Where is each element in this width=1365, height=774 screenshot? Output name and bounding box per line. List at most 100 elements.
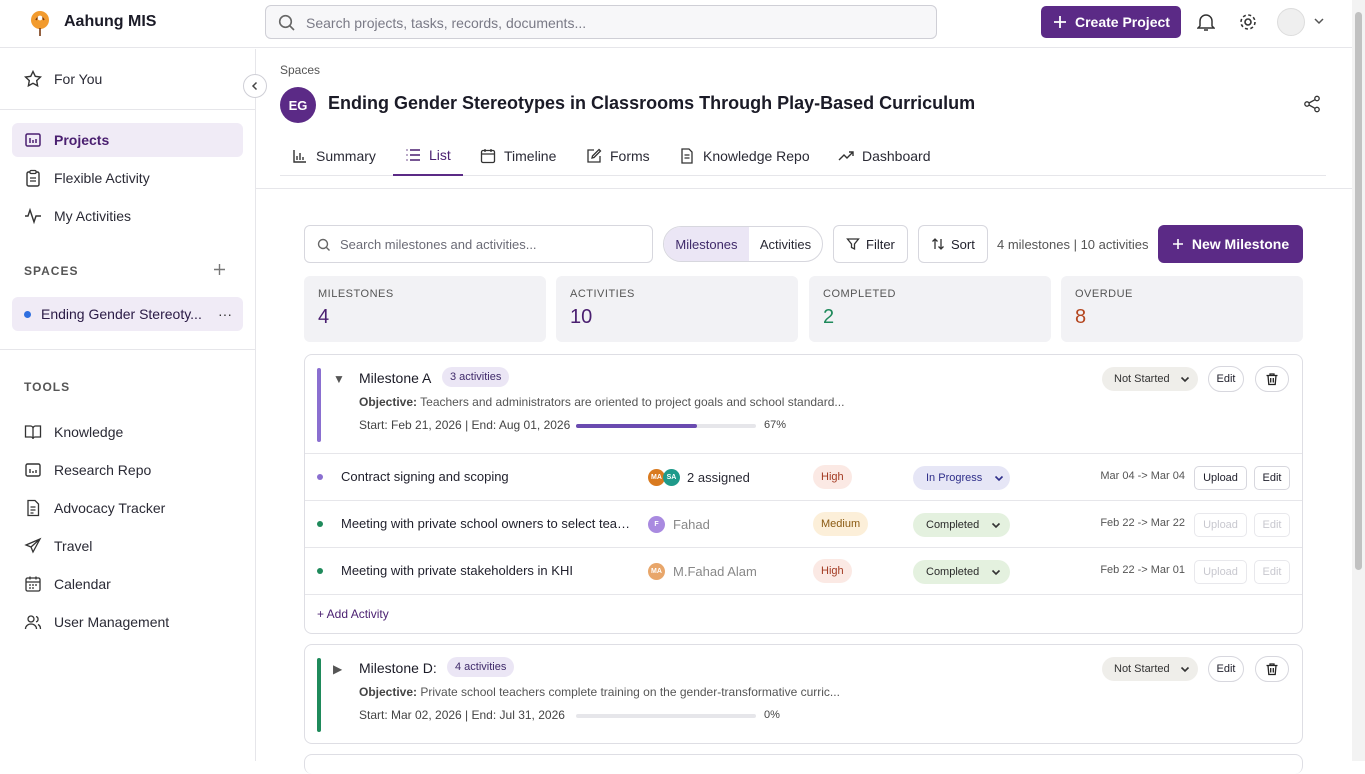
activity-dates: Mar 04 -> Mar 04 bbox=[1100, 470, 1185, 482]
create-project-button[interactable]: Create Project bbox=[1041, 6, 1181, 38]
activity-row[interactable]: Contract signing and scoping MA SA 2 ass… bbox=[305, 453, 1302, 500]
activity-name: Meeting with private stakeholders in KHI bbox=[341, 563, 573, 578]
chevron-left-icon bbox=[251, 81, 258, 91]
divider bbox=[0, 109, 255, 110]
sort-button[interactable]: Sort bbox=[918, 225, 988, 263]
gear-icon[interactable] bbox=[1238, 12, 1258, 32]
upload-button[interactable]: Upload bbox=[1194, 466, 1247, 490]
sidebar-item-travel[interactable]: Travel bbox=[12, 529, 243, 563]
stat-card-milestones: MILESTONES 4 bbox=[304, 276, 546, 342]
sidebar-item-research-repo[interactable]: Research Repo bbox=[12, 453, 243, 487]
users-icon bbox=[24, 615, 42, 630]
activity-dot bbox=[317, 521, 323, 527]
sort-label: Sort bbox=[951, 236, 975, 252]
document-icon bbox=[681, 147, 693, 164]
milestone-status-select[interactable]: Not Started bbox=[1102, 657, 1198, 681]
search-icon bbox=[278, 14, 295, 31]
tab-summary[interactable]: Summary bbox=[292, 135, 376, 176]
trash-icon bbox=[1266, 663, 1278, 676]
sidebar-label: Projects bbox=[54, 132, 110, 148]
bell-icon[interactable] bbox=[1197, 12, 1215, 32]
milestone-progress-bar bbox=[576, 714, 756, 718]
book-icon bbox=[24, 425, 42, 440]
activity-row[interactable]: Meeting with private stakeholders in KHI… bbox=[305, 547, 1302, 594]
page-scrollbar[interactable] bbox=[1352, 0, 1365, 761]
plus-icon bbox=[1172, 239, 1183, 249]
tab-timeline[interactable]: Timeline bbox=[480, 135, 556, 176]
edit-activity-button[interactable]: Edit bbox=[1254, 466, 1290, 490]
main-content: Spaces EG Ending Gender Stereotypes in C… bbox=[256, 49, 1352, 774]
scrollbar-thumb[interactable] bbox=[1355, 12, 1362, 570]
activity-status-select[interactable]: In Progress bbox=[913, 466, 1010, 490]
space-item-label: Ending Gender Stereoty... bbox=[41, 306, 202, 322]
sidebar-item-my-activities[interactable]: My Activities bbox=[12, 199, 243, 233]
sidebar-item-user-management[interactable]: User Management bbox=[12, 605, 243, 639]
milestone-card-partial bbox=[304, 754, 1303, 774]
stat-card-overdue: OVERDUE 8 bbox=[1061, 276, 1303, 342]
activity-row[interactable]: Meeting with private school owners to se… bbox=[305, 500, 1302, 547]
activity-status-select[interactable]: Completed bbox=[913, 513, 1010, 537]
chevron-down-icon[interactable] bbox=[1313, 15, 1325, 27]
sidebar-item-advocacy-tracker[interactable]: Advocacy Tracker bbox=[12, 491, 243, 525]
tools-header: TOOLS bbox=[24, 380, 71, 394]
view-toggle: Milestones Activities bbox=[663, 226, 823, 262]
stat-label: MILESTONES bbox=[318, 288, 394, 300]
add-activity-row: + Add Activity bbox=[305, 594, 1302, 633]
activity-dates: Feb 22 -> Mar 22 bbox=[1100, 517, 1185, 529]
tab-label: Knowledge Repo bbox=[703, 147, 810, 164]
projects-icon bbox=[25, 133, 41, 147]
tab-list[interactable]: List bbox=[393, 135, 463, 176]
objective-text: Private school teachers complete trainin… bbox=[420, 685, 840, 699]
collapse-sidebar-button[interactable] bbox=[243, 74, 267, 98]
activity-count-badge: 4 activities bbox=[447, 657, 515, 677]
filter-label: Filter bbox=[866, 236, 895, 252]
priority-badge: High bbox=[813, 465, 852, 489]
trending-up-icon bbox=[838, 150, 854, 160]
sidebar-item-calendar[interactable]: Calendar bbox=[12, 567, 243, 601]
new-milestone-button[interactable]: New Milestone bbox=[1158, 225, 1303, 263]
delete-milestone-button[interactable] bbox=[1255, 656, 1289, 682]
sidebar-label: My Activities bbox=[54, 208, 132, 224]
add-space-icon[interactable] bbox=[213, 263, 226, 276]
activity-icon bbox=[25, 207, 41, 225]
activity-dot bbox=[317, 568, 323, 574]
sidebar-item-knowledge[interactable]: Knowledge bbox=[12, 415, 243, 449]
stat-value: 10 bbox=[570, 306, 593, 328]
app-name[interactable]: Aahung MIS bbox=[64, 13, 156, 31]
tab-forms[interactable]: Forms bbox=[586, 135, 650, 176]
space-item-ending-gender[interactable]: Ending Gender Stereoty... ··· bbox=[12, 297, 243, 331]
toggle-activities[interactable]: Activities bbox=[749, 227, 822, 261]
tab-knowledge-repo[interactable]: Knowledge Repo bbox=[679, 135, 810, 176]
sidebar-label: Flexible Activity bbox=[54, 170, 150, 186]
toggle-milestones[interactable]: Milestones bbox=[664, 227, 749, 261]
sidebar-item-flexible-activity[interactable]: Flexible Activity bbox=[12, 161, 243, 195]
breadcrumb[interactable]: Spaces bbox=[280, 63, 320, 77]
share-icon[interactable] bbox=[1303, 95, 1321, 113]
filter-button[interactable]: Filter bbox=[833, 225, 908, 263]
add-activity-link[interactable]: + Add Activity bbox=[317, 607, 389, 621]
sidebar-label: Knowledge bbox=[54, 424, 124, 440]
progress-percent: 0% bbox=[764, 709, 780, 721]
edit-milestone-button[interactable]: Edit bbox=[1208, 366, 1244, 392]
milestone-search-input[interactable]: Search milestones and activities... bbox=[304, 225, 653, 263]
trash-icon bbox=[1266, 373, 1278, 386]
sidebar-label: For You bbox=[54, 71, 103, 87]
sidebar-item-projects[interactable]: Projects bbox=[12, 123, 243, 157]
sidebar-item-for-you[interactable]: For You bbox=[12, 62, 243, 96]
objective-text: Teachers and administrators are oriented… bbox=[420, 395, 845, 409]
milestone-status-select[interactable]: Not Started bbox=[1102, 367, 1198, 391]
collapse-caret-icon[interactable]: ▼ bbox=[333, 372, 345, 386]
milestone-objective: Objective: Teachers and administrators a… bbox=[359, 395, 844, 409]
user-avatar[interactable] bbox=[1277, 8, 1305, 36]
tab-label: Forms bbox=[610, 147, 650, 164]
stat-value: 8 bbox=[1075, 306, 1087, 328]
tab-label: Timeline bbox=[504, 147, 557, 164]
delete-milestone-button[interactable] bbox=[1255, 366, 1289, 392]
expand-caret-icon[interactable]: ▶ bbox=[333, 662, 342, 676]
plane-icon bbox=[24, 537, 42, 554]
tab-dashboard[interactable]: Dashboard bbox=[838, 135, 931, 176]
edit-milestone-button[interactable]: Edit bbox=[1208, 656, 1244, 682]
global-search-input[interactable]: Search projects, tasks, records, documen… bbox=[265, 5, 937, 39]
space-more-button[interactable]: ··· bbox=[218, 306, 232, 322]
activity-status-select[interactable]: Completed bbox=[913, 560, 1010, 584]
